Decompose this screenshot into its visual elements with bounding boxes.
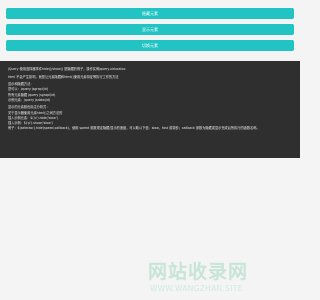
panel-line: 例子：$(selector).hide(speed,callback)，使用 s…	[8, 126, 260, 131]
panel-line: jQuery 使用选择器事件hide()/show() 是隐藏的例子，操作实例j…	[8, 67, 126, 71]
watermark-logo: 网站收录网 WWW.WANGZHAN.SITE	[148, 260, 288, 294]
panel-line: html 不会产生影响，就是让元素隐藏和html()使用元素特征等执行工作的方法	[8, 74, 119, 79]
watermark-text: 网站收录网	[148, 261, 249, 283]
hide-element-button[interactable]: 隐藏元素	[6, 8, 294, 19]
page: 隐藏元素 显示元素 切换元素 jQuery 使用选择器事件hide()/show…	[0, 0, 300, 300]
panel-line: 示例元素：jquery jsdata(id)	[8, 97, 51, 102]
toggle-element-button[interactable]: 切换元素	[6, 40, 294, 51]
code-description-panel: jQuery 使用选择器事件hide()/show() 是隐藏的例子，操作实例j…	[0, 61, 300, 158]
show-element-button[interactable]: 显示元素	[6, 24, 294, 35]
watermark-url: WWW.WANGZHAN.SITE	[150, 284, 243, 293]
